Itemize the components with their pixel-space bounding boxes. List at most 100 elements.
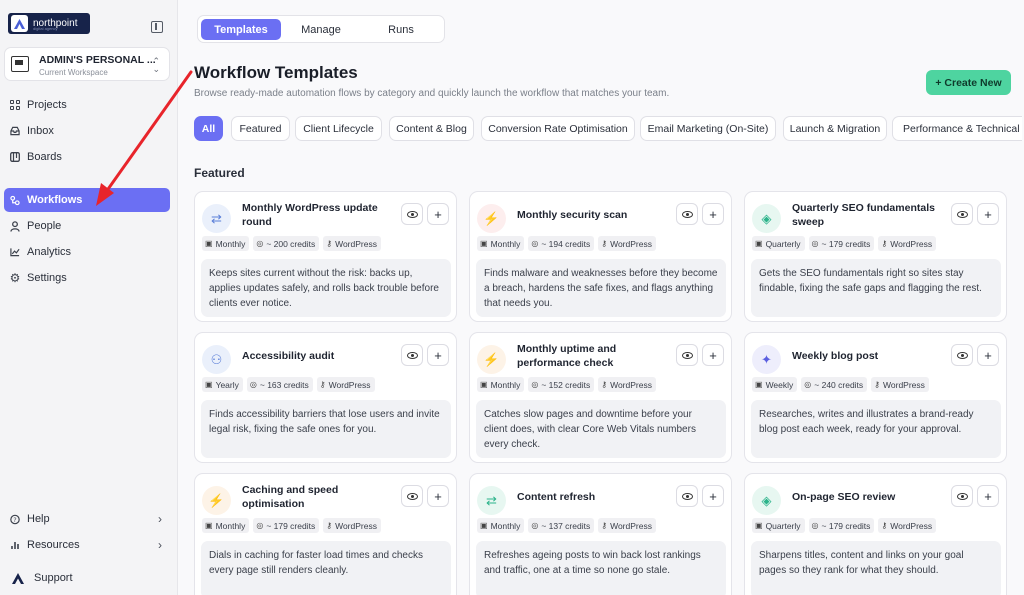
filter-chip-launch-migration[interactable]: Launch & Migration — [783, 116, 887, 141]
card-title: Accessibility audit — [242, 350, 335, 362]
sidebar-item-label: Help — [27, 513, 50, 525]
workspace-icon — [11, 56, 29, 72]
tag-icon: ◈ — [752, 204, 781, 233]
add-workflow-button[interactable]: + — [977, 344, 999, 366]
card-title: Monthly WordPress update round — [242, 202, 378, 228]
filter-chip-all[interactable]: All — [194, 116, 223, 141]
preview-button[interactable] — [676, 203, 698, 225]
frequency-label: Monthly — [490, 520, 521, 531]
template-card[interactable]: ⚡ Monthly security scan + ▣ Monthly ◎ ~ 194 cr… — [469, 191, 732, 322]
sidebar-item-people[interactable]: People — [4, 214, 170, 238]
platform-label: WordPress — [610, 379, 652, 390]
frequency-tag: ▣ Monthly — [477, 377, 525, 392]
brand-logo[interactable]: northpoint digital agency — [8, 13, 90, 34]
eye-icon — [681, 492, 693, 500]
sidebar-item-resources[interactable]: Resources › — [4, 533, 170, 557]
add-workflow-button[interactable]: + — [702, 485, 724, 507]
credits-tag: ◎ ~ 137 credits — [528, 518, 595, 533]
preview-button[interactable] — [401, 344, 423, 366]
preview-button[interactable] — [951, 344, 973, 366]
tab-runs[interactable]: Runs — [361, 19, 441, 40]
sidebar-item-workflows[interactable]: Workflows — [4, 188, 170, 212]
preview-button[interactable] — [676, 344, 698, 366]
eye-icon — [681, 351, 693, 359]
template-card[interactable]: ⚇ Accessibility audit + ▣ Yearly ◎ ~ 163 credi… — [194, 332, 457, 463]
template-card[interactable]: ◈ Quarterly SEO fundamentals sweep + ▣ Quart… — [744, 191, 1007, 322]
add-workflow-button[interactable]: + — [977, 485, 999, 507]
template-card[interactable]: ✦ Weekly blog post + ▣ Weekly ◎ ~ 240 credits ⚷… — [744, 332, 1007, 463]
card-title: Content refresh — [517, 491, 596, 503]
platform-label: WordPress — [883, 379, 925, 390]
key-icon: ⚷ — [601, 239, 608, 248]
filter-chip-email-marketing[interactable]: Email Marketing (On-Site) — [640, 116, 776, 141]
sidebar-item-help[interactable]: ? Help › — [4, 507, 170, 531]
credits-tag: ◎ ~ 152 credits — [528, 377, 595, 392]
preview-button[interactable] — [401, 203, 423, 225]
template-card[interactable]: ⚡ Caching and speed optimisation + ▣ Monthly… — [194, 473, 457, 595]
card-description: Keeps sites current without the risk: ba… — [201, 259, 451, 317]
add-workflow-button[interactable]: + — [702, 344, 724, 366]
card-description: Dials in caching for faster load times a… — [201, 541, 451, 595]
sidebar-item-projects[interactable]: Projects — [4, 93, 170, 117]
calendar-icon: ▣ — [480, 239, 488, 248]
plus-icon: + — [434, 206, 442, 222]
refresh-icon: ⇄ — [477, 486, 506, 515]
tab-manage[interactable]: Manage — [281, 19, 361, 40]
template-card[interactable]: ◈ On-page SEO review + ▣ Quarterly ◎ ~ 179 cre… — [744, 473, 1007, 595]
plus-icon: + — [709, 488, 717, 504]
eye-icon — [406, 351, 418, 359]
filter-chip-performance-technical[interactable]: Performance & Technical — [892, 116, 1022, 141]
bolt-icon: ⚡ — [202, 486, 231, 515]
preview-button[interactable] — [676, 485, 698, 507]
credits-tag: ◎ ~ 194 credits — [528, 236, 595, 251]
frequency-label: Yearly — [215, 379, 239, 390]
sidebar-item-inbox[interactable]: Inbox — [4, 119, 170, 143]
sidebar-item-support[interactable]: Support — [4, 566, 170, 590]
workspace-switcher[interactable]: ADMIN'S PERSONAL ... Current Workspace ⌃… — [4, 47, 170, 81]
key-icon: ⚷ — [319, 380, 326, 389]
credits-label: ~ 152 credits — [541, 379, 591, 390]
card-description: Refreshes ageing posts to win back lost … — [476, 541, 726, 595]
template-card[interactable]: ⚡ Monthly uptime and performance check + ▣ M… — [469, 332, 732, 463]
card-tags: ▣ Monthly ◎ ~ 152 credits ⚷ WordPress — [477, 377, 656, 392]
add-workflow-button[interactable]: + — [427, 344, 449, 366]
template-card[interactable]: ⇄ Monthly WordPress update round + ▣ Monthly… — [194, 191, 457, 322]
view-tabs: Templates Manage Runs — [197, 15, 445, 43]
tab-templates[interactable]: Templates — [201, 19, 281, 40]
page-title: Workflow Templates — [194, 63, 358, 82]
add-workflow-button[interactable]: + — [702, 203, 724, 225]
bar-chart-icon — [10, 540, 20, 550]
filter-chip-cro[interactable]: Conversion Rate Optimisation — [481, 116, 635, 141]
sidebar-item-analytics[interactable]: Analytics — [4, 240, 170, 264]
page-subtitle: Browse ready-made automation flows by ca… — [194, 88, 670, 99]
filter-chip-client-lifecycle[interactable]: Client Lifecycle — [295, 116, 382, 141]
calendar-icon: ▣ — [755, 239, 763, 248]
preview-button[interactable] — [951, 485, 973, 507]
card-title: Caching and speed optimisation — [242, 484, 339, 510]
collapse-sidebar-icon[interactable] — [151, 21, 163, 33]
sidebar-item-settings[interactable]: ⚙ Settings — [4, 266, 170, 290]
filter-chip-content-blog[interactable]: Content & Blog — [389, 116, 474, 141]
preview-button[interactable] — [401, 485, 423, 507]
category-filters: All Featured Client Lifecycle Content & … — [194, 116, 1024, 142]
add-workflow-button[interactable]: + — [427, 485, 449, 507]
template-card[interactable]: ⇄ Content refresh + ▣ Monthly ◎ ~ 137 credits ⚷… — [469, 473, 732, 595]
frequency-label: Monthly — [215, 520, 246, 531]
preview-button[interactable] — [951, 203, 973, 225]
platform-tag: ⚷ WordPress — [316, 377, 375, 392]
credits-label: ~ 137 credits — [541, 520, 591, 531]
filter-chip-featured[interactable]: Featured — [231, 116, 290, 141]
sidebar-item-label: Workflows — [27, 194, 83, 206]
plus-icon: + — [984, 347, 992, 363]
coins-icon: ◎ — [811, 239, 819, 248]
sidebar-item-label: Settings — [27, 272, 67, 284]
add-workflow-button[interactable]: + — [977, 203, 999, 225]
platform-tag: ⚷ WordPress — [598, 518, 656, 533]
platform-tag: ⚷ WordPress — [323, 236, 381, 251]
chevron-updown-icon: ⌃ ⌄ — [152, 56, 160, 74]
credits-tag: ◎ ~ 163 credits — [246, 377, 313, 392]
create-new-button[interactable]: + Create New — [926, 70, 1011, 95]
coins-icon: ◎ — [804, 380, 812, 389]
add-workflow-button[interactable]: + — [427, 203, 449, 225]
sidebar-item-boards[interactable]: Boards — [4, 145, 170, 169]
